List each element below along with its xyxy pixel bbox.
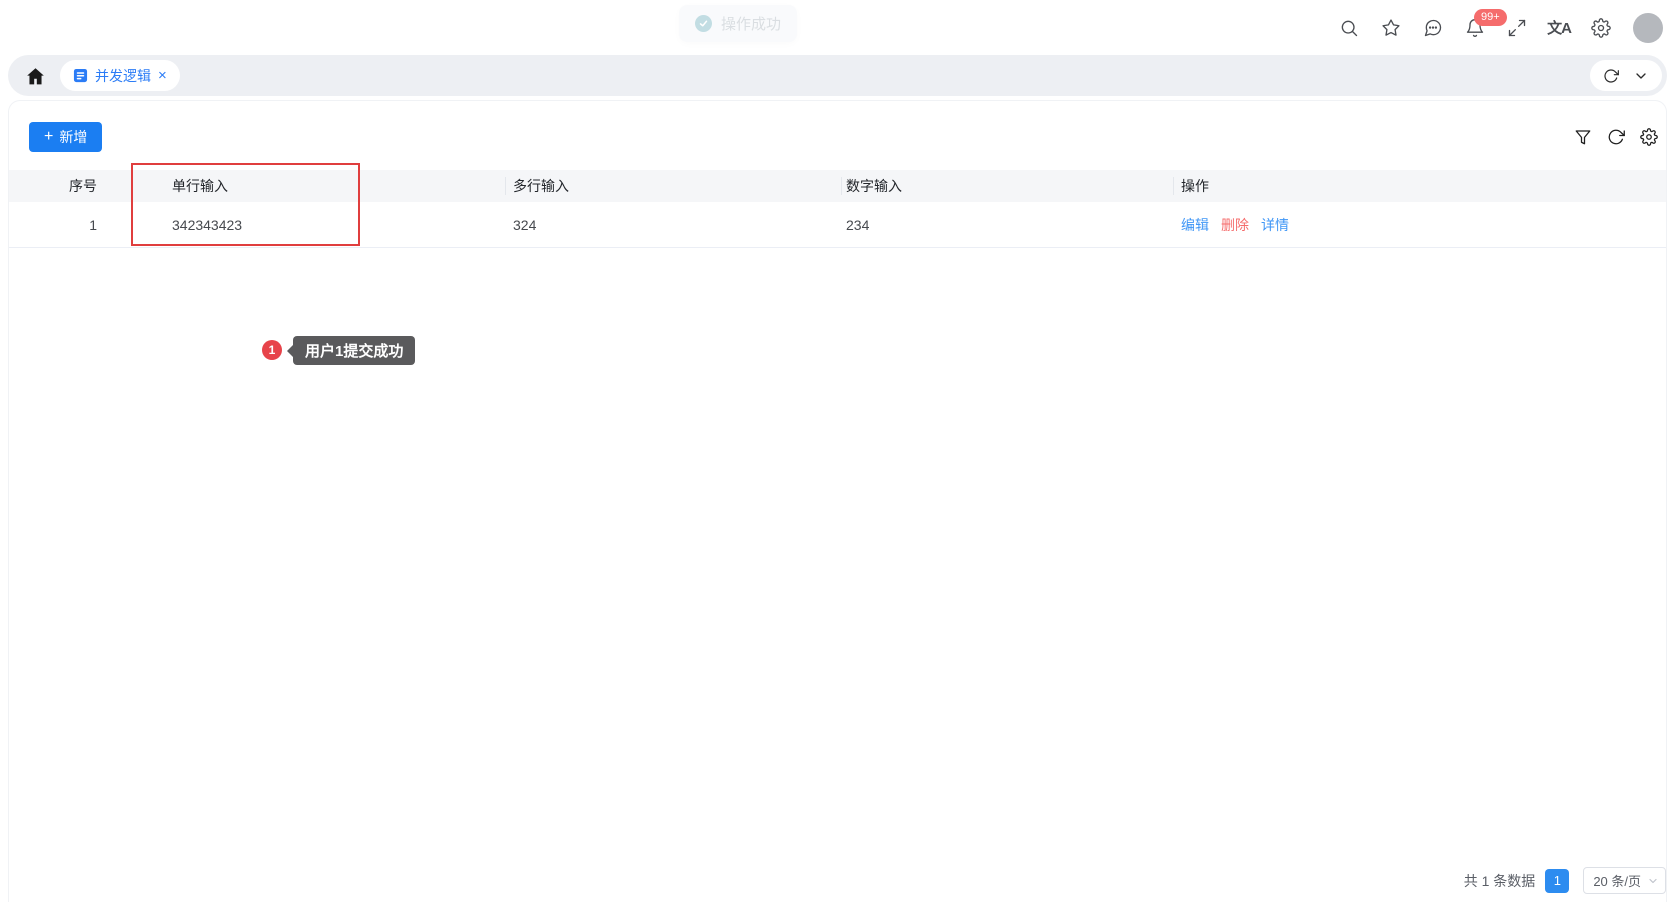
chevron-down-icon[interactable] bbox=[1633, 68, 1649, 84]
cell-actions: 编辑 删除 详情 bbox=[1173, 215, 1666, 235]
table-header: 序号 单行输入 多行输入 数字输入 操作 bbox=[9, 170, 1666, 202]
tab-bar-controls bbox=[1590, 60, 1662, 91]
user-avatar[interactable] bbox=[1633, 12, 1663, 43]
cell-single-line: 342343423 bbox=[172, 216, 243, 233]
cell-multi-line: 324 bbox=[513, 216, 537, 233]
tab-bar: 并发逻辑 × bbox=[8, 55, 1667, 96]
tab-label: 并发逻辑 bbox=[95, 67, 151, 84]
column-header-actions: 操作 bbox=[1173, 170, 1666, 202]
content-panel: + 新增 序号 单行输入 多行输入 数字输入 操作 1 342343423 32… bbox=[8, 100, 1667, 902]
fullscreen-icon[interactable] bbox=[1507, 18, 1527, 38]
success-toast: 操作成功 bbox=[679, 5, 798, 42]
select-chevron-icon bbox=[1649, 878, 1657, 883]
plus-icon: + bbox=[44, 128, 54, 145]
add-button[interactable]: + 新增 bbox=[29, 122, 103, 152]
translate-icon[interactable]: 文A bbox=[1547, 18, 1572, 38]
tab-concurrent-logic[interactable]: 并发逻辑 × bbox=[60, 60, 180, 91]
pagination-page-1[interactable]: 1 bbox=[1545, 868, 1570, 893]
add-button-label: 新增 bbox=[59, 129, 88, 145]
table-row: 1 342343423 324 234 编辑 删除 详情 bbox=[9, 202, 1666, 248]
column-header-index: 序号 bbox=[69, 178, 97, 194]
home-icon[interactable] bbox=[22, 63, 48, 89]
cell-index: 1 bbox=[89, 216, 97, 233]
delete-link[interactable]: 删除 bbox=[1221, 215, 1249, 235]
search-icon[interactable] bbox=[1339, 18, 1359, 38]
message-icon[interactable] bbox=[1423, 18, 1443, 38]
bell-icon[interactable]: 99+ bbox=[1465, 8, 1507, 38]
app-window: 操作成功 99+ 文A 并发逻辑 × + 新增 序号 单行输入 多行输入 数字输… bbox=[0, 0, 1675, 902]
star-icon[interactable] bbox=[1381, 18, 1401, 38]
tab-close-icon[interactable]: × bbox=[158, 68, 167, 83]
pagination: 共 1 条数据 1 20 条/页 bbox=[1464, 867, 1666, 894]
refresh-icon[interactable] bbox=[1603, 68, 1619, 84]
table-toolbar bbox=[1574, 128, 1658, 146]
notification-badge: 99+ bbox=[1474, 8, 1507, 26]
document-icon bbox=[73, 68, 88, 83]
check-circle-icon bbox=[695, 15, 712, 32]
column-header-number: 数字输入 bbox=[841, 170, 1173, 202]
toast-message: 操作成功 bbox=[721, 16, 782, 33]
column-settings-icon[interactable] bbox=[1640, 128, 1658, 146]
refresh-table-icon[interactable] bbox=[1607, 128, 1625, 146]
filter-icon[interactable] bbox=[1574, 128, 1592, 146]
column-header-single-line: 单行输入 bbox=[131, 170, 505, 202]
step-tooltip: 用户1提交成功 bbox=[286, 336, 416, 365]
top-bar: 操作成功 99+ 文A bbox=[0, 0, 1675, 55]
page-size-select[interactable]: 20 条/页 bbox=[1583, 867, 1666, 894]
settings-icon[interactable] bbox=[1591, 17, 1611, 38]
topbar-actions: 99+ 文A bbox=[1339, 0, 1663, 55]
column-header-multi-line: 多行输入 bbox=[505, 170, 841, 202]
cell-number: 234 bbox=[846, 216, 870, 233]
page-size-value: 20 条/页 bbox=[1593, 874, 1641, 889]
pagination-total: 共 1 条数据 bbox=[1463, 872, 1536, 889]
edit-link[interactable]: 编辑 bbox=[1181, 215, 1209, 235]
detail-link[interactable]: 详情 bbox=[1261, 215, 1289, 235]
step-number-badge: 1 bbox=[262, 340, 282, 360]
